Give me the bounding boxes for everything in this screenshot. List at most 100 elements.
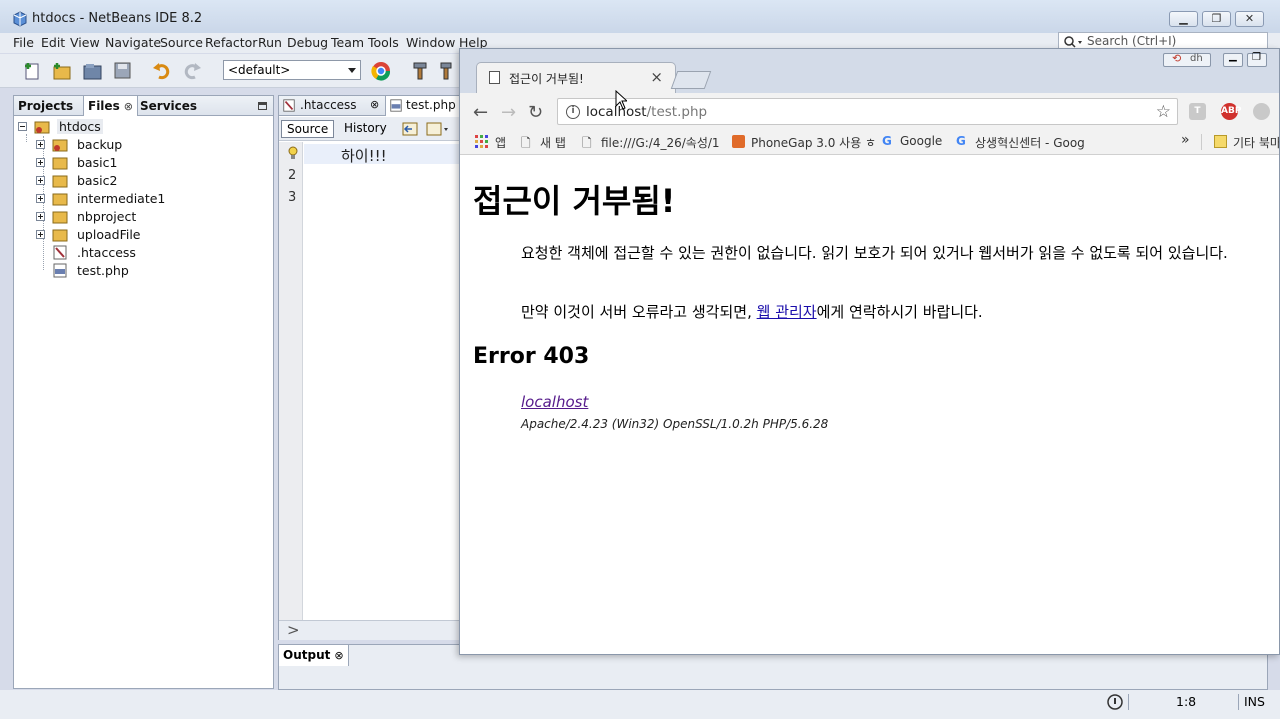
menu-source[interactable]: Source [160,35,203,50]
undo-icon[interactable] [151,60,173,82]
bookmark-file[interactable]: file:///G:/4_26/속성/1 [601,134,720,151]
tree-root-htdocs[interactable]: htdocs [18,118,138,136]
build-hammer-icon[interactable] [409,60,431,82]
menu-navigate[interactable]: Navigate [105,35,161,50]
bookmark-sangsaeng[interactable]: 상생혁신센터 - Goog [975,134,1085,151]
minimize-icon: ▁ [1179,12,1188,25]
code-line-1[interactable]: 하이!!! [341,145,387,166]
tree-item-basic1[interactable]: basic1 [36,154,236,172]
configuration-select[interactable]: <default> [223,60,361,80]
address-bar[interactable]: i localhost/test.php ☆ [557,98,1178,125]
menu-view[interactable]: View [70,35,100,50]
editor-tabs: .htaccess ⊗ test.php [279,96,467,116]
tree-item-intermediate1[interactable]: intermediate1 [36,190,236,208]
menu-edit[interactable]: Edit [41,35,65,50]
new-tab-button[interactable] [670,71,712,89]
tree-item-nbproject[interactable]: nbproject [36,208,236,226]
last-edit-icon[interactable] [426,121,450,137]
close-tab-icon[interactable]: × [650,68,663,86]
chevron-right-icon[interactable]: > [287,621,300,639]
new-project-icon[interactable] [51,60,73,82]
apps-grid-icon[interactable] [475,135,488,148]
tree-item-uploadfile[interactable]: uploadFile [36,226,236,244]
localhost-link[interactable]: localhost [521,393,588,411]
menu-window[interactable]: Window [406,35,455,50]
minimize-button[interactable]: ▁ [1169,11,1198,27]
hint-bulb-icon[interactable] [287,146,299,160]
bookmark-other[interactable]: 기타 북마 [1233,134,1279,151]
bookmark-google[interactable]: Google [900,134,942,148]
expand-icon[interactable] [36,140,45,149]
tab-projects-label: Projects [18,99,74,113]
minimize-icon: ▁ [1229,51,1237,62]
tab-projects[interactable]: Projects [14,96,77,116]
close-tab-icon[interactable]: ⊗ [370,98,379,111]
close-tab-icon[interactable]: ⊗ [334,649,343,662]
notifications-icon[interactable] [1106,693,1124,711]
server-signature: Apache/2.4.23 (Win32) OpenSSL/1.0.2h PHP… [521,417,829,431]
tree-item-test-php[interactable]: test.php [36,262,236,280]
browser-tab-active[interactable]: 접근이 거부됨! × [476,62,676,93]
menu-file[interactable]: File [13,35,34,50]
adblock-icon[interactable]: ABP [1221,103,1241,120]
collapse-icon[interactable] [18,122,27,131]
save-all-icon[interactable] [112,60,134,82]
bookmark-apps[interactable]: 앱 [495,134,506,151]
tree-item-basic2[interactable]: basic2 [36,172,236,190]
tab-services[interactable]: Services [136,96,201,116]
browser-tab-title: 접근이 거부됨! [509,72,584,86]
close-button[interactable]: ✕ [1235,11,1264,27]
expand-icon[interactable] [36,194,45,203]
redo-icon[interactable] [181,60,203,82]
minimize-panel-icon[interactable] [258,102,267,110]
profile-button[interactable]: ⟲ dh [1163,52,1211,67]
clean-build-icon[interactable] [438,60,460,82]
expand-icon[interactable] [36,212,45,221]
restore-icon: ❐ [1211,12,1222,25]
output-tab-label: Output [283,648,331,662]
close-tab-icon[interactable]: ⊗ [124,100,133,113]
menu-run[interactable]: Run [258,35,282,50]
menu-refactor[interactable]: Refactor [205,35,257,50]
folder-icon [52,139,68,152]
info-icon[interactable]: i [566,105,580,119]
editor-tab-test-php[interactable]: test.php [385,96,467,116]
forward-arrow-icon[interactable]: → [501,102,516,123]
panel-tabs: Projects Files ⊗ Services [14,96,273,116]
menu-team[interactable]: Team [331,35,364,50]
back-history-icon[interactable] [402,121,420,137]
bookmark-phonegap[interactable]: PhoneGap 3.0 사용 ㅎ [751,134,876,151]
history-view-button[interactable]: History [339,120,392,138]
bookmark-star-icon[interactable]: ☆ [1156,102,1171,122]
back-arrow-icon[interactable]: ← [473,102,488,123]
tree-item-label: uploadFile [77,227,141,242]
new-file-icon[interactable] [22,60,44,82]
chrome-minimize-button[interactable]: ▁ [1223,51,1243,67]
extension-t-icon[interactable]: T [1189,103,1206,120]
tab-files[interactable]: Files ⊗ [83,96,138,116]
editor-subtoolbar: Source History [279,117,467,141]
globe-icon[interactable] [1253,103,1270,120]
menu-tools[interactable]: Tools [368,35,399,50]
menu-debug[interactable]: Debug [287,35,328,50]
webmaster-link[interactable]: 웹 관리자 [757,303,817,321]
folder-icon [52,175,68,188]
expand-icon[interactable] [36,176,45,185]
open-project-icon[interactable] [82,60,104,82]
expand-icon[interactable] [36,230,45,239]
chrome-maximize-button[interactable]: ❐ [1247,52,1267,67]
more-bookmarks-button[interactable]: » [1181,132,1190,148]
bookmark-new-tab[interactable]: 새 탭 [540,134,566,151]
sync-icon: ⟲ [1172,52,1182,65]
editor-tab-label: test.php [406,98,456,112]
tree-item-htaccess[interactable]: .htaccess [36,244,236,262]
tab-output[interactable]: Output ⊗ [279,645,349,666]
reload-icon[interactable]: ↻ [528,102,543,123]
maximize-button[interactable]: ❐ [1202,11,1231,27]
editor-tab-label: .htaccess [300,98,357,112]
source-view-button[interactable]: Source [281,120,335,138]
chrome-browser-icon[interactable] [370,60,392,82]
expand-icon[interactable] [36,158,45,167]
page-icon: 🗋 [521,136,531,150]
tree-item-backup[interactable]: backup [36,136,236,154]
